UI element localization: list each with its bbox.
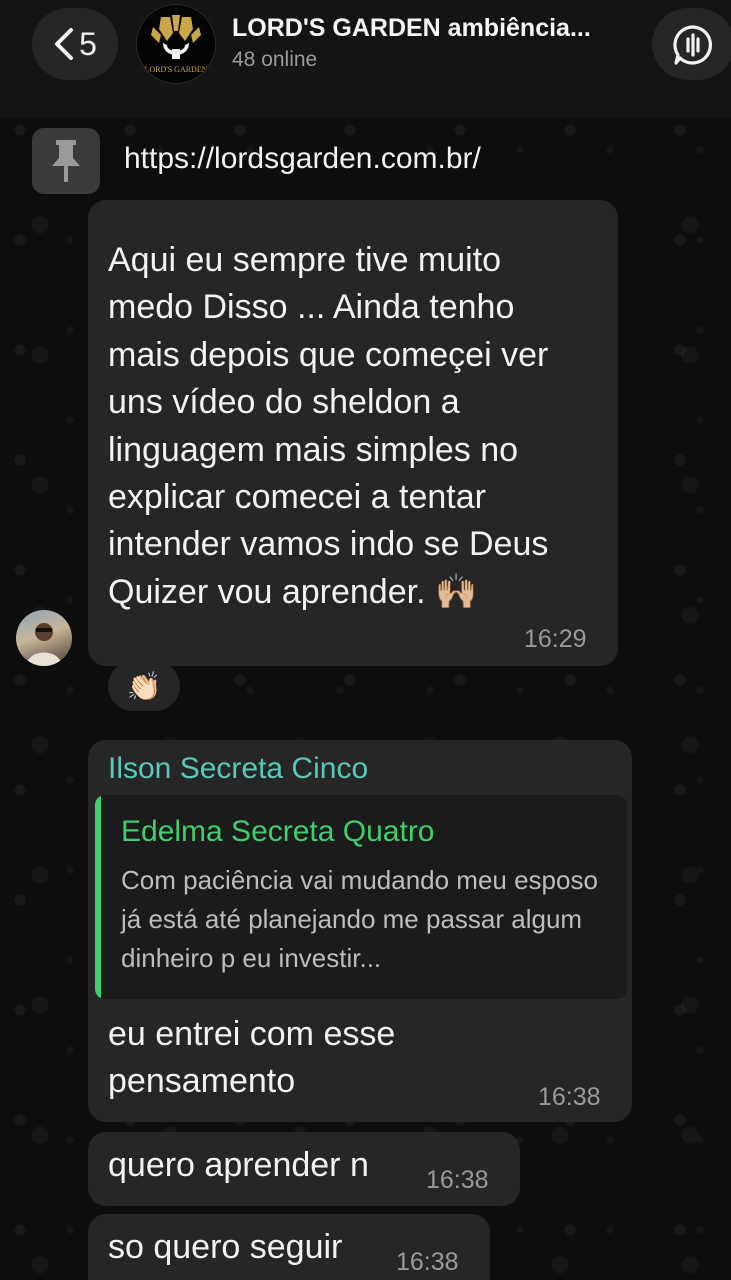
message-line: pensamento bbox=[108, 1062, 296, 1101]
reply-quote[interactable]: Edelma Secreta Quatro Com paciência vai … bbox=[95, 795, 627, 999]
online-count: 48 online bbox=[232, 48, 318, 71]
message-bubble[interactable]: Aqui eu sempre tive muito medo Disso ...… bbox=[88, 200, 618, 666]
reply-text: Com paciência vai mudando meu esposo já … bbox=[121, 865, 598, 973]
message-line: medo Disso ... Ainda tenho bbox=[108, 288, 515, 327]
pin-button[interactable] bbox=[32, 128, 100, 194]
message-line: eu entrei com esse bbox=[108, 1015, 396, 1053]
message-time: 16:38 bbox=[538, 1083, 601, 1111]
message-text: eu entrei com esse pensamento bbox=[108, 1011, 538, 1106]
person-photo-icon bbox=[26, 623, 62, 666]
sender-name[interactable]: Ilson Secreta Cinco bbox=[108, 752, 368, 786]
message-line: linguagem mais simples no bbox=[108, 430, 519, 469]
message-line: explicar comecei a tentar bbox=[108, 478, 486, 517]
pin-icon bbox=[52, 140, 80, 182]
message-line: mais depois que começei ver bbox=[108, 335, 549, 374]
voice-chat-icon bbox=[673, 25, 713, 65]
message-line: uns vídeo do sheldon a bbox=[108, 383, 460, 422]
message-time: 16:38 bbox=[426, 1166, 489, 1194]
back-button[interactable]: 5 bbox=[32, 8, 118, 80]
voice-chat-button[interactable] bbox=[652, 8, 731, 80]
chat-title[interactable]: LORD'S GARDEN ambiência... bbox=[232, 14, 632, 43]
message-time: 16:38 bbox=[396, 1248, 459, 1276]
message-text: quero aprender n bbox=[108, 1146, 369, 1184]
chat-screen: 5 LORD'S GARDEN LORD'S GARDEN ambiência.… bbox=[0, 0, 731, 1280]
group-avatar[interactable]: LORD'S GARDEN bbox=[136, 4, 216, 84]
message-text: Aqui eu sempre tive muito medo Disso ...… bbox=[108, 237, 613, 616]
reply-accent-bar bbox=[95, 795, 101, 999]
message-text: so quero seguir bbox=[108, 1228, 343, 1266]
unread-count: 5 bbox=[79, 25, 97, 62]
message-line: Quizer vou aprender. 🙌🏼 bbox=[108, 572, 478, 611]
pinned-message-link[interactable]: https://lordsgarden.com.br/ bbox=[124, 142, 481, 176]
message-bubble[interactable]: quero aprender n 16:38 bbox=[88, 1132, 520, 1206]
message-line: Aqui eu sempre tive muito bbox=[108, 241, 502, 279]
message-time: 16:29 bbox=[524, 625, 587, 653]
reply-sender-name: Edelma Secreta Quatro bbox=[121, 815, 435, 848]
message-line: intender vamos indo se Deus bbox=[108, 525, 549, 564]
sender-avatar[interactable] bbox=[16, 610, 72, 666]
chevron-left-icon bbox=[55, 28, 74, 60]
chat-header: 5 LORD'S GARDEN LORD'S GARDEN ambiência.… bbox=[0, 0, 731, 194]
reaction-badge[interactable]: 👏🏻 bbox=[108, 661, 180, 711]
message-bubble[interactable]: so quero seguir 16:38 bbox=[88, 1214, 490, 1280]
group-logo-text: LORD'S GARDEN bbox=[144, 65, 208, 74]
